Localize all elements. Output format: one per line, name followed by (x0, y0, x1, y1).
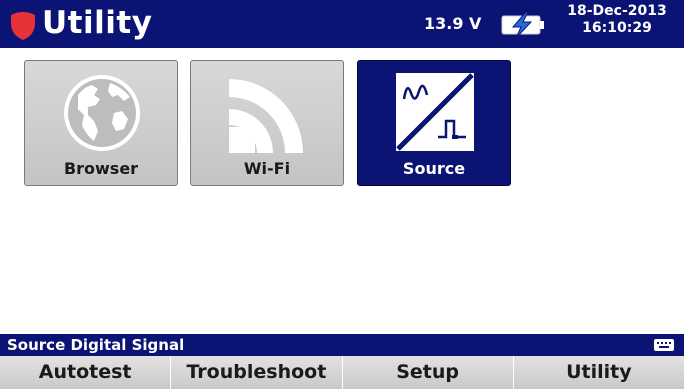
setup-softkey[interactable]: Setup (342, 356, 514, 389)
shield-logo-icon (11, 12, 35, 40)
time-text: 16:10:29 (582, 20, 652, 36)
keyboard-icon[interactable] (653, 337, 675, 353)
wifi-tile[interactable]: Wi-Fi (190, 60, 344, 186)
wifi-icon (229, 79, 303, 153)
browser-tile[interactable]: Browser (24, 60, 178, 186)
autotest-softkey[interactable]: Autotest (0, 356, 172, 389)
wifi-label: Wi-Fi (243, 159, 291, 178)
header-bar: Utility 13.9 V 18-Dec-2013 16:10:29 (0, 0, 684, 48)
browser-label: Browser (63, 159, 139, 178)
page-title: Utility (42, 5, 153, 41)
status-text: Source Digital Signal (7, 336, 185, 354)
utility-softkey[interactable]: Utility (513, 356, 684, 389)
troubleshoot-softkey[interactable]: Troubleshoot (171, 356, 343, 389)
globe-icon (64, 75, 140, 151)
status-bar: Source Digital Signal (0, 334, 684, 356)
source-signal-icon (396, 73, 474, 151)
voltage-readout: 13.9 V (424, 14, 482, 33)
battery-charging-icon (501, 11, 544, 39)
datetime: 18-Dec-2013 16:10:29 (552, 3, 682, 37)
date-text: 18-Dec-2013 (567, 3, 667, 19)
source-label: Source (402, 159, 466, 178)
softkey-bar: Autotest Troubleshoot Setup Utility (0, 356, 684, 389)
source-tile[interactable]: Source (357, 60, 511, 186)
